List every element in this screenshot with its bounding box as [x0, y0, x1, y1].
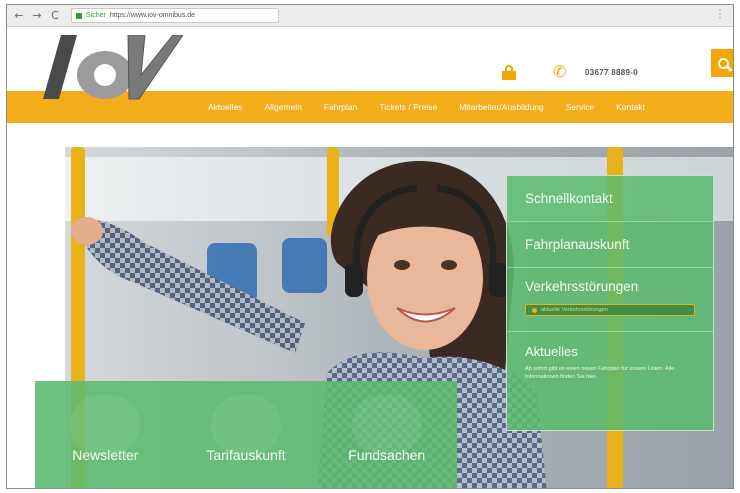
address-bar[interactable]: Sicher https://www.iov-omnibus.de [71, 8, 279, 23]
nav-item-service[interactable]: Service [555, 102, 605, 112]
raised-arm [71, 217, 305, 353]
newsletter-image [70, 395, 141, 455]
disruption-alert-text: aktuelle Verkehrsstörungen [541, 307, 608, 313]
url-text: https://www.iov-omnibus.de [109, 12, 196, 19]
secure-label: Sicher [86, 12, 106, 19]
lock-icon[interactable] [502, 65, 516, 80]
site-logo[interactable] [33, 35, 183, 103]
phone-icon: ✆ [553, 62, 567, 81]
phone-number[interactable]: 03677 8889-0 [585, 68, 638, 77]
tile-tariff-info[interactable]: Tarifauskunft [176, 381, 317, 488]
disruptions-title[interactable]: Verkehrsstörungen [525, 279, 695, 294]
disruption-alert[interactable]: aktuelle Verkehrsstörungen [525, 304, 695, 316]
browser-window: ← → C Sicher https://www.iov-omnibus.de … [6, 4, 734, 489]
nav-item-aktuelles[interactable]: Aktuelles [197, 102, 254, 112]
browser-menu-icon[interactable]: ⋮ [715, 9, 725, 20]
lost-found-image [351, 395, 422, 455]
nav-item-tickets[interactable]: Tickets / Preise [368, 102, 448, 112]
back-icon[interactable]: ← [13, 9, 25, 23]
service-tiles: Newsletter Tarifauskunft Fundsachen [35, 381, 457, 488]
disruptions-section: Verkehrsstörungen aktuelle Verkehrsstöru… [507, 268, 713, 332]
nav-item-fahrplan[interactable]: Fahrplan [313, 102, 369, 112]
tile-lost-found[interactable]: Fundsachen [316, 381, 457, 488]
news-text: Ab sofort gibt es einen neuen Fahrplan f… [525, 366, 675, 380]
forward-icon[interactable]: → [31, 9, 43, 23]
nav-item-kontakt[interactable]: Kontakt [605, 102, 656, 112]
tariff-image [211, 395, 281, 455]
secure-lock-icon [76, 12, 82, 19]
search-button[interactable] [711, 49, 733, 77]
reload-icon[interactable]: C [49, 9, 61, 23]
nav-item-mitarbeiter[interactable]: Mitarbeiter/Ausbildung [448, 102, 555, 112]
browser-toolbar: ← → C Sicher https://www.iov-omnibus.de … [7, 5, 733, 27]
quick-access-panel: Schnellkontakt Fahrplanauskunft Verkehrs… [506, 175, 714, 431]
quick-contact-link[interactable]: Schnellkontakt [507, 176, 713, 222]
hero-banner: Schnellkontakt Fahrplanauskunft Verkehrs… [7, 123, 733, 488]
search-icon [717, 57, 729, 69]
alert-icon [532, 307, 537, 313]
news-title[interactable]: Aktuelles [525, 344, 695, 359]
news-section: Aktuelles Ab sofort gibt es einen neuen … [507, 332, 713, 381]
nav-item-allgemein[interactable]: Allgemein [254, 102, 313, 112]
tile-newsletter[interactable]: Newsletter [35, 381, 176, 488]
timetable-info-link[interactable]: Fahrplanauskunft [507, 222, 713, 268]
